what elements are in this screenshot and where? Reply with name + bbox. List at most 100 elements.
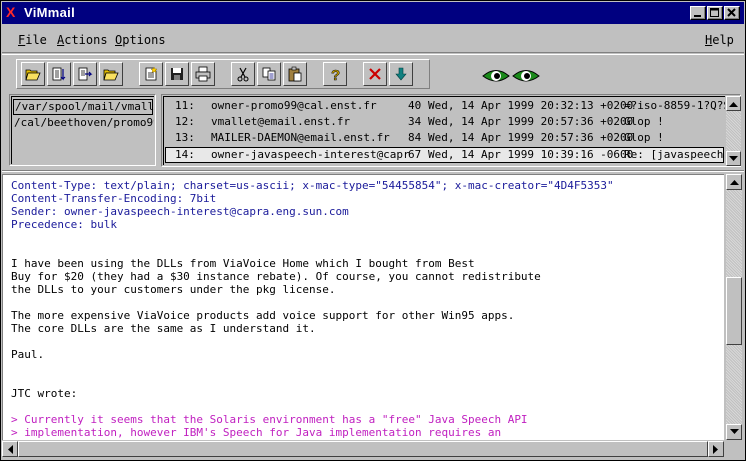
download-button[interactable] — [389, 62, 413, 86]
body-line: The more expensive ViaVoice products add… — [11, 309, 515, 322]
sort-button[interactable] — [47, 62, 71, 86]
folder-item[interactable]: /cal/beethoven/promo99/\ — [14, 115, 154, 131]
arrow-down-icon — [729, 429, 739, 434]
save-button[interactable] — [165, 62, 189, 86]
message-subject: Re: [javaspeech] — [624, 148, 725, 161]
message-row[interactable]: 14: owner-javaspeech-interest@capr 67 We… — [165, 147, 725, 163]
help-icon: ? — [331, 67, 341, 82]
title-bar[interactable]: X ViMmail — [2, 2, 744, 24]
cut-icon — [237, 67, 249, 82]
folder-open-button[interactable] — [99, 62, 123, 86]
svg-text:?: ? — [331, 67, 340, 82]
menu-bar: File Actions Options Help — [2, 25, 744, 53]
maximize-button[interactable] — [707, 6, 723, 20]
minimize-button[interactable] — [690, 6, 706, 20]
copy-icon — [262, 67, 276, 81]
body-line: the DLLs to your customers under the pkg… — [11, 283, 336, 296]
body-line: JTC wrote: — [11, 387, 78, 400]
message-subject: =?iso-8859-1?Q?S — [624, 99, 725, 112]
vimmail-window: X ViMmail File Actions Options Help ? /v… — [0, 0, 746, 461]
header-line: Precedence: bulk — [11, 218, 117, 231]
close-button[interactable] — [724, 6, 740, 20]
body-vertical-scrollbar[interactable] — [725, 174, 743, 440]
message-subject: Glop ! — [624, 131, 664, 144]
scroll-down-button[interactable] — [726, 151, 741, 166]
move-icon — [78, 67, 93, 81]
message-date: Wed, 14 Apr 1999 20:57:36 +0200 — [428, 115, 634, 128]
scroll-trough[interactable] — [726, 111, 741, 151]
scroll-thumb[interactable] — [18, 441, 708, 457]
menu-file[interactable]: File — [18, 33, 47, 47]
message-list-scrollbar[interactable] — [726, 96, 741, 166]
new-message-button[interactable] — [139, 62, 163, 86]
arrow-down-icon — [729, 155, 738, 161]
message-size: 40 — [408, 99, 422, 112]
toolbar: ? — [2, 54, 744, 92]
message-size: 67 — [408, 148, 422, 161]
body-horizontal-scrollbar[interactable] — [2, 441, 724, 458]
message-row[interactable]: 12: vmallet@email.enst.fr 34 Wed, 14 Apr… — [165, 114, 724, 130]
message-number: 12: — [175, 115, 195, 128]
message-list[interactable]: 11: owner-promo99@cal.enst.fr 40 Wed, 14… — [161, 94, 741, 167]
body-line: Paul. — [11, 348, 45, 361]
arrow-right-icon — [713, 444, 718, 454]
message-body[interactable]: Content-Type: text/plain; charset=us-asc… — [2, 174, 724, 440]
delete-button[interactable] — [363, 62, 387, 86]
menu-help[interactable]: Help — [705, 33, 734, 47]
new-message-icon — [145, 66, 158, 81]
message-from: MAILER-DAEMON@email.enst.fr — [211, 131, 390, 144]
menu-actions[interactable]: Actions — [57, 33, 108, 47]
header-line: Content-Transfer-Encoding: 7bit — [11, 192, 217, 205]
cut-button[interactable] — [231, 62, 255, 86]
scroll-up-button[interactable] — [726, 96, 741, 111]
quoted-line: > implementation, however IBM's Speech f… — [11, 426, 502, 439]
scroll-up-button[interactable] — [726, 174, 742, 190]
scroll-down-button[interactable] — [726, 424, 742, 440]
move-button[interactable] — [73, 62, 97, 86]
message-size: 34 — [408, 115, 422, 128]
toolbar-group: ? — [16, 59, 430, 89]
paste-icon — [288, 66, 302, 82]
body-line: The core DLLs are the same as I understa… — [11, 322, 316, 335]
message-from: vmallet@email.enst.fr — [211, 115, 351, 128]
quoted-line: > Currently it seems that the Solaris en… — [11, 413, 528, 426]
app-icon: X — [6, 4, 16, 20]
message-date: Wed, 14 Apr 1999 10:39:16 -0600 — [428, 148, 634, 161]
delete-icon — [369, 68, 381, 80]
folder-list[interactable]: /var/spool/mail/vmallet /cal/beethoven/p… — [9, 94, 156, 166]
message-subject: Glop ! — [624, 115, 664, 128]
body-line: Buy for $20 (they had a $30 instance reb… — [11, 270, 541, 283]
message-number: 13: — [175, 131, 195, 144]
message-date: Wed, 14 Apr 1999 20:57:36 +0200 — [428, 131, 634, 144]
help-button[interactable]: ? — [323, 62, 347, 86]
message-number: 11: — [175, 99, 195, 112]
open-folder-button[interactable] — [21, 62, 45, 86]
pane-separator[interactable] — [2, 170, 744, 172]
body-line: I have been using the DLLs from ViaVoice… — [11, 257, 475, 270]
print-button[interactable] — [191, 62, 215, 86]
message-row[interactable]: 13: MAILER-DAEMON@email.enst.fr 84 Wed, … — [165, 130, 724, 146]
message-number: 14: — [175, 148, 195, 161]
header-line: Sender: owner-javaspeech-interest@capra.… — [11, 205, 349, 218]
scroll-left-button[interactable] — [2, 441, 18, 457]
folder-item[interactable]: /var/spool/mail/vmallet — [13, 99, 154, 115]
sort-icon — [52, 67, 66, 81]
scroll-thumb[interactable] — [726, 277, 742, 345]
maximize-icon — [710, 8, 719, 17]
message-date: Wed, 14 Apr 1999 20:32:13 +0200 — [428, 99, 634, 112]
menu-options[interactable]: Options — [115, 33, 166, 47]
message-size: 84 — [408, 131, 422, 144]
eyes-icon — [482, 70, 540, 82]
scroll-right-button[interactable] — [708, 441, 724, 457]
folder-open-icon — [103, 69, 119, 81]
arrow-up-icon — [729, 101, 738, 107]
copy-button[interactable] — [257, 62, 281, 86]
message-from: owner-promo99@cal.enst.fr — [211, 99, 377, 112]
open-folder-icon — [25, 69, 41, 81]
paste-button[interactable] — [283, 62, 307, 86]
save-icon — [171, 68, 183, 80]
message-from: owner-javaspeech-interest@capr — [211, 148, 410, 161]
close-icon — [727, 8, 736, 17]
download-icon — [395, 67, 407, 81]
message-row[interactable]: 11: owner-promo99@cal.enst.fr 40 Wed, 14… — [165, 98, 725, 114]
